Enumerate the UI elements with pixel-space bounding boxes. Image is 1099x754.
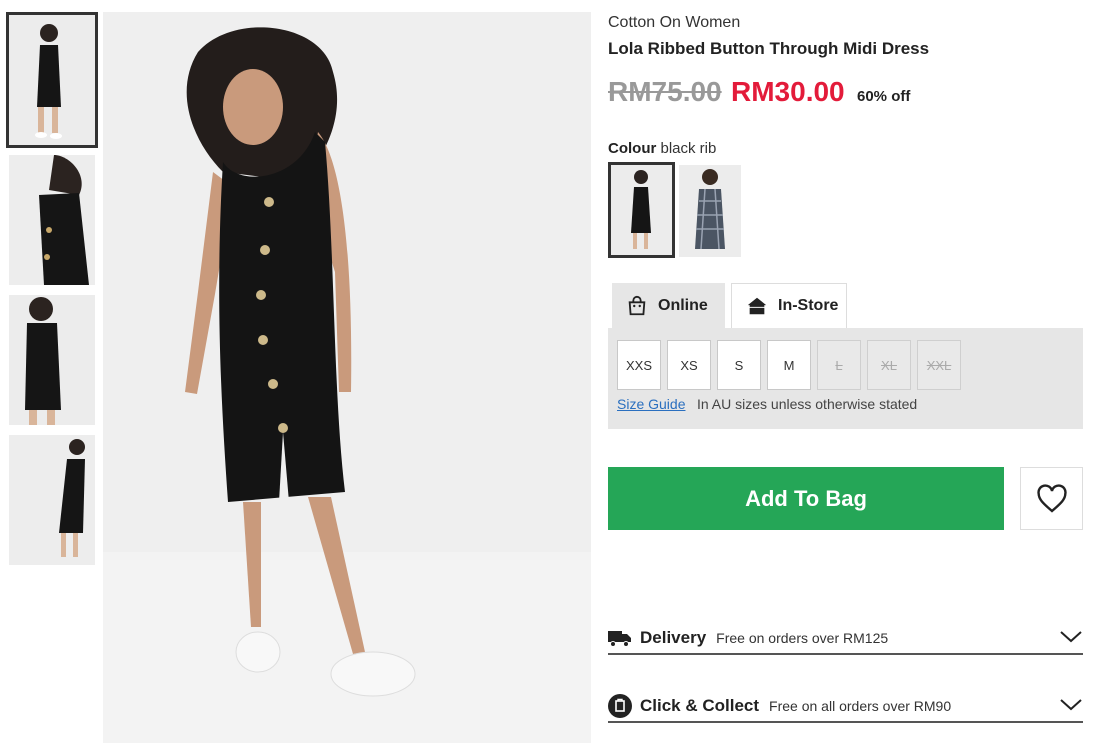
size-option-s[interactable]: S	[717, 340, 761, 390]
delivery-label: Delivery	[640, 627, 707, 647]
thumbnail-image	[9, 155, 95, 285]
swatch-image	[611, 165, 672, 255]
tab-in-store-label: In-Store	[778, 297, 839, 314]
colour-label: Colour	[608, 140, 657, 157]
chevron-down-icon	[1060, 631, 1082, 643]
size-option-xxs[interactable]: XXS	[617, 340, 661, 390]
swatch-check[interactable]	[679, 165, 741, 257]
thumbnail-image	[9, 435, 95, 565]
size-guide-link[interactable]: Size Guide	[617, 396, 685, 412]
product-title: Lola Ribbed Button Through Midi Dress	[608, 39, 930, 58]
tab-online-label: Online	[658, 296, 708, 314]
delivery-accordion[interactable]: Delivery Free on orders over RM125	[608, 622, 1083, 655]
thumbnail-image	[9, 15, 95, 145]
thumbnail-image	[9, 295, 95, 425]
wishlist-button[interactable]	[1020, 467, 1083, 530]
swatch-black-rib[interactable]	[608, 162, 675, 258]
colour-value: black rib	[660, 140, 717, 157]
click-collect-info: Free on all orders over RM90	[769, 697, 952, 714]
size-option-m[interactable]: M	[767, 340, 811, 390]
store-icon	[747, 297, 767, 315]
heart-icon	[1036, 483, 1067, 513]
click-collect-accordion[interactable]: Click & Collect Free on all orders over …	[608, 690, 1083, 723]
thumbnail-4[interactable]	[9, 435, 95, 565]
discount-badge: 60% off	[857, 88, 911, 105]
size-option-l: L	[817, 340, 861, 390]
click-collect-label: Click & Collect	[640, 695, 760, 715]
colour-selection: Colour black rib	[608, 140, 716, 157]
size-option-xl: XL	[867, 340, 911, 390]
product-brand[interactable]: Cotton On Women	[608, 14, 740, 32]
original-price: RM75.00	[608, 76, 722, 107]
size-note: In AU sizes unless otherwise stated	[697, 396, 918, 412]
swatch-image	[679, 165, 741, 257]
main-product-image	[103, 12, 591, 743]
shopping-bag-icon	[628, 295, 646, 315]
thumbnail-3[interactable]	[9, 295, 95, 425]
sale-price: RM30.00	[731, 76, 845, 107]
add-to-bag-button[interactable]: Add To Bag	[608, 467, 1004, 530]
chevron-down-icon	[1060, 699, 1082, 711]
size-option-xs[interactable]: XS	[667, 340, 711, 390]
delivery-info: Free on orders over RM125	[716, 629, 889, 646]
click-collect-icon	[608, 693, 632, 718]
tab-online[interactable]: Online	[612, 283, 725, 328]
tab-in-store[interactable]: In-Store	[731, 283, 847, 328]
truck-icon	[608, 626, 632, 650]
size-option-xxl: XXL	[917, 340, 961, 390]
thumbnail-1[interactable]	[6, 12, 98, 148]
thumbnail-2[interactable]	[9, 155, 95, 285]
